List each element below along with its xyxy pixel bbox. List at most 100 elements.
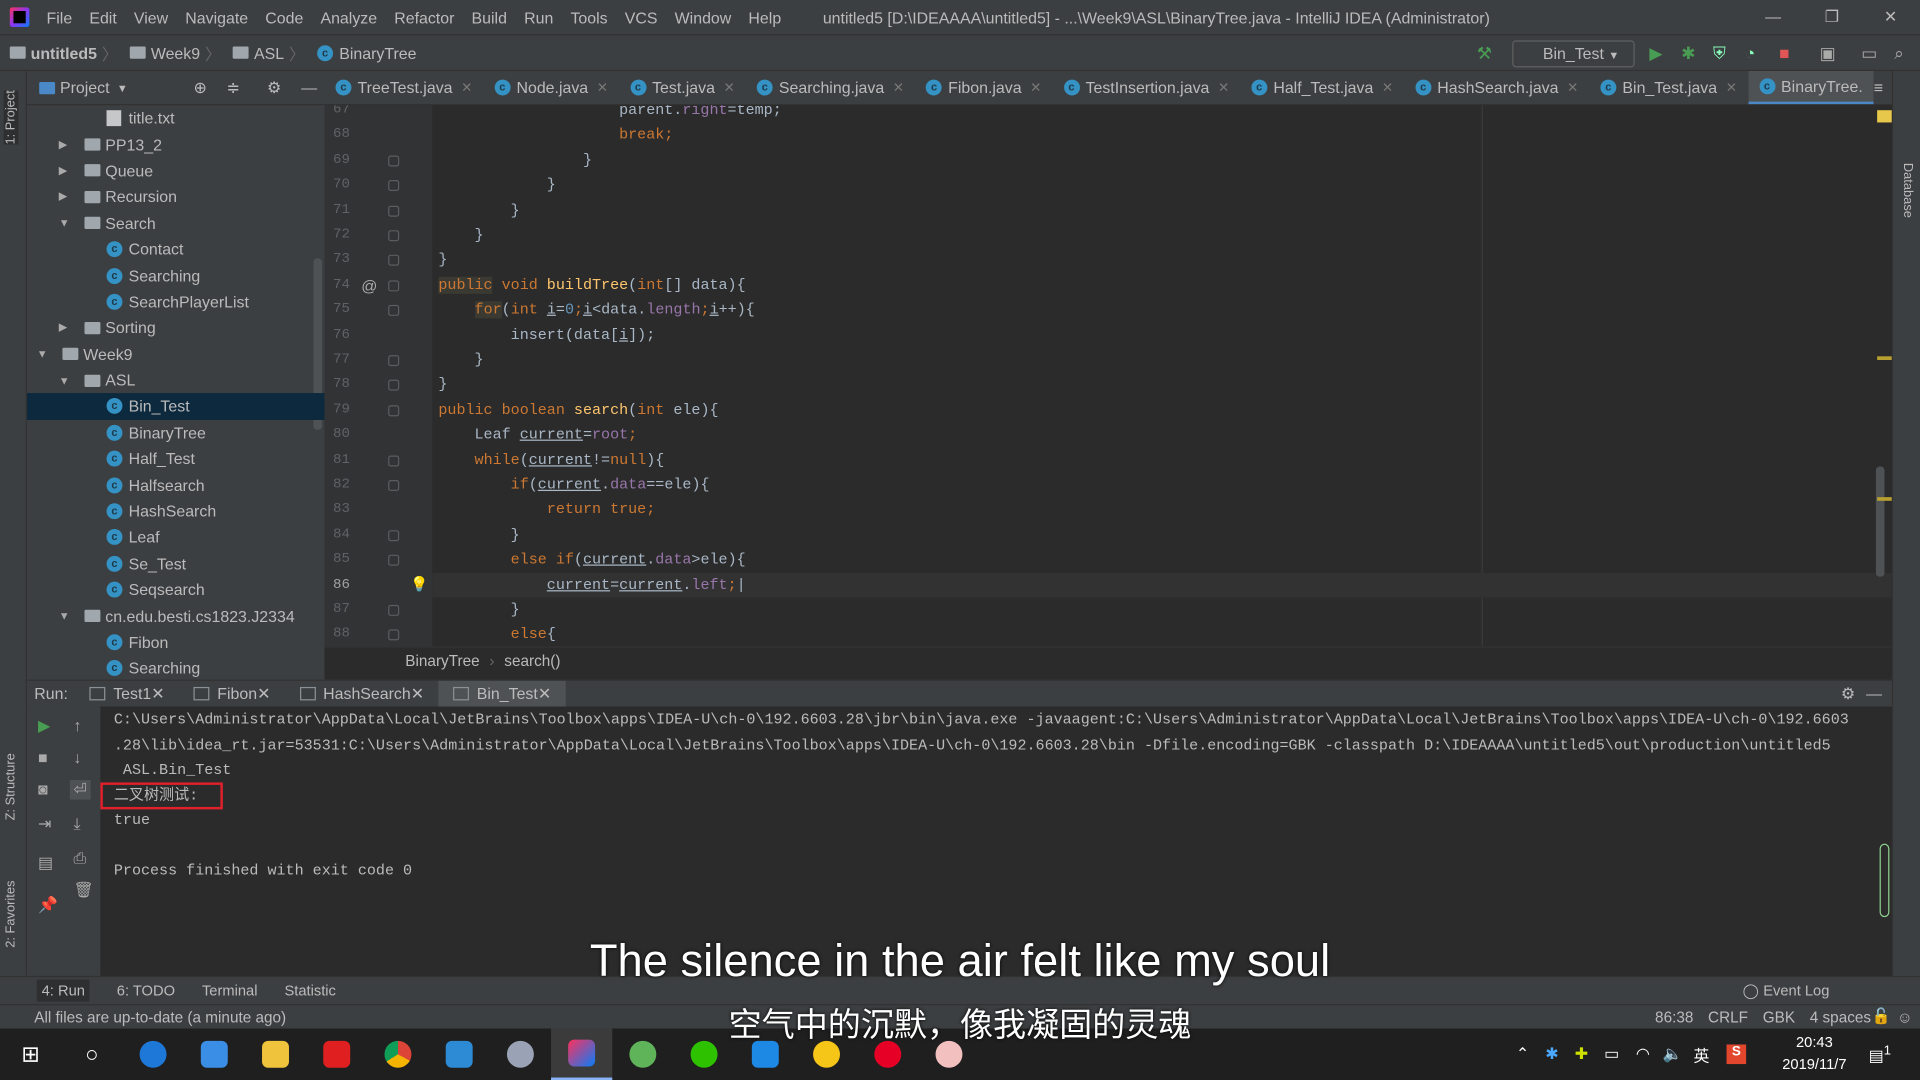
menu-build[interactable]: Build xyxy=(472,8,507,26)
code-line[interactable]: } xyxy=(438,173,556,198)
code-line[interactable]: } xyxy=(438,148,592,173)
sogou-ime-icon[interactable]: S xyxy=(1726,1044,1747,1065)
menu-file[interactable]: File xyxy=(47,8,73,26)
run-icon[interactable]: ▶ xyxy=(1649,43,1662,64)
code-line[interactable]: } xyxy=(438,598,520,623)
editor-tab[interactable]: c Searching.java ✕ xyxy=(746,71,915,104)
line-number[interactable]: 76 xyxy=(333,326,362,342)
close-tab-icon[interactable]: ✕ xyxy=(1382,80,1393,96)
pin-icon[interactable]: 📌 xyxy=(38,895,58,915)
code-line[interactable]: } xyxy=(438,198,520,223)
tray-security-icon[interactable]: ✚ xyxy=(1575,1044,1588,1064)
fold-marker-icon[interactable] xyxy=(388,305,400,317)
tree-item[interactable]: ▼ Week9 xyxy=(27,341,325,367)
collapsed-arrow-icon[interactable]: ▶ xyxy=(59,138,74,151)
menu-help[interactable]: Help xyxy=(748,8,781,26)
line-number[interactable]: 71 xyxy=(333,202,362,218)
override-marker-icon[interactable]: @ xyxy=(361,276,377,294)
code-line[interactable]: insert(data[i]); xyxy=(438,323,656,348)
tree-item[interactable]: c Leaf xyxy=(27,524,325,550)
breadcrumb-method[interactable]: search() xyxy=(504,652,560,669)
close-button[interactable]: ✕ xyxy=(1861,0,1920,34)
editor-tab[interactable]: c Fibon.java ✕ xyxy=(915,71,1052,104)
locate-icon[interactable]: ⊕ xyxy=(193,78,206,98)
fold-marker-icon[interactable] xyxy=(388,554,400,566)
scroll-end-icon[interactable]: ⤓ xyxy=(73,814,80,834)
close-tab-icon[interactable]: ✕ xyxy=(411,684,424,704)
minimize-button[interactable]: — xyxy=(1744,0,1803,34)
fold-marker-icon[interactable] xyxy=(388,380,400,392)
tree-item[interactable]: ▶ PP13_2 xyxy=(27,131,325,157)
line-number[interactable]: 73 xyxy=(333,251,362,267)
editor-tab[interactable]: c TreeTest.java ✕ xyxy=(324,71,483,104)
tree-item[interactable]: c Contact xyxy=(27,236,325,262)
code-line[interactable]: return true; xyxy=(438,498,655,523)
fold-marker-icon[interactable] xyxy=(388,155,400,167)
camera-icon[interactable]: ◙ xyxy=(38,780,48,798)
tree-item[interactable]: c Searching xyxy=(27,262,325,288)
breadcrumb-week9[interactable]: Week9 〉 xyxy=(130,41,226,64)
print-icon[interactable]: ⎙ xyxy=(73,849,86,869)
fold-marker-icon[interactable] xyxy=(388,205,400,217)
tree-item[interactable]: c Se_Test xyxy=(27,551,325,577)
close-tab-icon[interactable]: ✕ xyxy=(1726,80,1737,96)
volume-icon[interactable]: 🔈 xyxy=(1663,1044,1683,1064)
line-number[interactable]: 67 xyxy=(333,105,362,117)
breadcrumb-asl[interactable]: ASL 〉 xyxy=(233,41,310,64)
tree-item[interactable]: ▶ Sorting xyxy=(27,315,325,341)
close-tab-icon[interactable]: ✕ xyxy=(1030,80,1041,96)
editor-tab[interactable]: c Test.java ✕ xyxy=(619,71,746,104)
close-tab-icon[interactable]: ✕ xyxy=(597,80,608,96)
up-icon[interactable]: ↑ xyxy=(73,716,81,734)
editor-tab[interactable]: c Bin_Test.java ✕ xyxy=(1589,71,1748,104)
trash-icon[interactable]: 🗑 xyxy=(73,880,93,900)
menu-vcs[interactable]: VCS xyxy=(625,8,658,26)
menu-tools[interactable]: Tools xyxy=(570,8,607,26)
down-icon[interactable]: ↓ xyxy=(73,748,81,766)
code-line[interactable]: } xyxy=(438,523,520,548)
close-tab-icon[interactable]: ✕ xyxy=(1218,80,1229,96)
search-icon[interactable]: ⌕ xyxy=(1894,43,1904,64)
console-scrollbar[interactable] xyxy=(1879,843,1890,918)
fold-marker-icon[interactable] xyxy=(388,455,400,467)
line-number[interactable]: 86 xyxy=(333,576,362,592)
layout-icon[interactable]: ▭ xyxy=(1861,43,1877,64)
notification-center-icon[interactable]: ▤1 xyxy=(1869,1043,1891,1065)
tree-item[interactable]: c Half_Test xyxy=(27,446,325,472)
project-view-select[interactable]: Project xyxy=(60,78,110,96)
close-tab-icon[interactable]: ✕ xyxy=(538,684,551,704)
restore-button[interactable]: ❐ xyxy=(1802,0,1861,34)
menu-analyze[interactable]: Analyze xyxy=(320,8,377,26)
menu-navigate[interactable]: Navigate xyxy=(185,8,248,26)
line-number[interactable]: 88 xyxy=(333,626,362,642)
coverage-icon[interactable]: ⛨ xyxy=(1713,43,1726,64)
run-tab[interactable]: Fibon ✕ xyxy=(179,680,285,707)
line-number[interactable]: 87 xyxy=(333,601,362,617)
tree-item[interactable]: c Seqsearch xyxy=(27,577,325,603)
fold-marker-icon[interactable] xyxy=(388,604,400,616)
code-line[interactable]: if(current.data==ele){ xyxy=(438,473,710,498)
expanded-arrow-icon[interactable]: ▼ xyxy=(59,217,74,229)
editor-tab[interactable]: c HashSearch.java ✕ xyxy=(1404,71,1589,104)
line-number[interactable]: 78 xyxy=(333,376,362,392)
editor-scrollbar[interactable] xyxy=(1875,466,1885,577)
collapsed-arrow-icon[interactable]: ▶ xyxy=(59,321,74,334)
code-line[interactable]: while(current!=null){ xyxy=(438,448,665,473)
editor-tab[interactable]: c Half_Test.java ✕ xyxy=(1240,71,1404,104)
error-stripe-marker[interactable] xyxy=(1877,110,1892,123)
collapse-all-icon[interactable]: ≑ xyxy=(227,78,240,98)
menu-view[interactable]: View xyxy=(134,8,168,26)
battery-icon[interactable]: ▭ xyxy=(1604,1044,1619,1064)
project-structure-icon[interactable]: ▣ xyxy=(1820,43,1836,64)
line-number[interactable]: 72 xyxy=(333,227,362,243)
tree-item[interactable]: title.txt xyxy=(27,105,325,131)
tray-app-icon[interactable]: ✱ xyxy=(1545,1044,1558,1064)
line-number[interactable]: 85 xyxy=(333,551,362,567)
build-hammer-icon[interactable]: ⚒ xyxy=(1477,43,1492,64)
close-tab-icon[interactable]: ✕ xyxy=(1567,80,1578,96)
expanded-arrow-icon[interactable]: ▼ xyxy=(59,610,74,622)
code-line[interactable]: else{ xyxy=(438,623,556,647)
line-number[interactable]: 81 xyxy=(333,451,362,467)
line-number[interactable]: 84 xyxy=(333,526,362,542)
line-number[interactable]: 75 xyxy=(333,301,362,317)
